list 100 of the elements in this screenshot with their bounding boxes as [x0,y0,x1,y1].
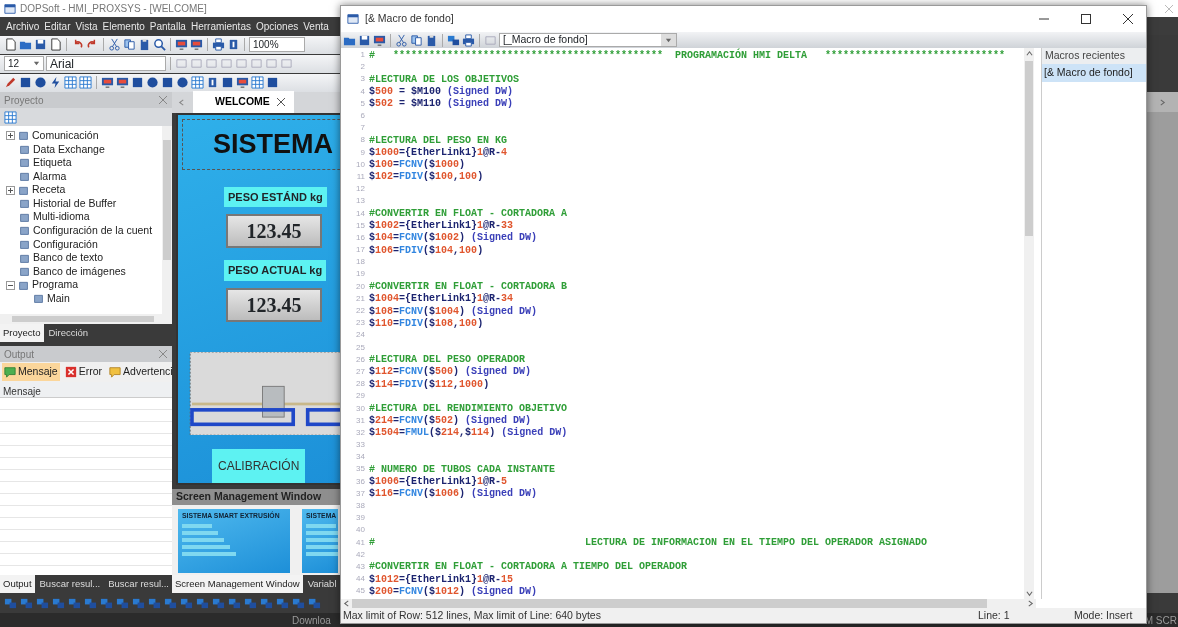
tree-item[interactable]: Banco de imágenes [33,263,126,280]
code-line: $500 = $M100 (Signed DW) [368,85,514,98]
filter-button[interactable]: Error [62,363,105,381]
line-number: 9 [359,146,366,159]
line-number: 25 [355,341,366,354]
menu-item[interactable]: Editar [44,18,71,34]
tab[interactable]: Variabl [304,574,340,593]
clipboard-icon[interactable] [425,33,438,47]
line-number: 11 [355,170,366,183]
square-icon[interactable] [221,76,234,89]
tree-item[interactable]: Alarma [33,168,67,185]
tree-item[interactable]: Configuración de la cuent [33,223,153,239]
list-item[interactable]: [& Macro de fondo] [1042,64,1146,82]
code-line: # LECTURA DE INFORMACION EN EL TIEMPO DEL OPERADOR ASIGNADO [368,536,928,551]
document-icon[interactable] [4,38,17,51]
code-line: $114=FDIV($112,1000) [368,377,490,392]
menu-item[interactable]: Venta [303,18,329,34]
code-line: $1504=FMUL($214,$114) (Signed DW) [368,426,568,441]
monitor-icon[interactable] [101,76,114,89]
square-icon[interactable] [131,76,144,89]
tree-item[interactable]: Programa [32,277,79,294]
plus-box-icon[interactable] [6,131,15,141]
search-icon[interactable] [153,38,166,51]
menu-item[interactable]: Vista [75,18,98,34]
scroll-down-icon[interactable] [1025,590,1033,597]
menu-item[interactable]: Elemento [102,18,145,34]
close-icon[interactable] [275,97,286,108]
line-number: 2 [359,61,366,74]
field-label: PESO ACTUAL kg [224,260,327,281]
square-icon[interactable] [161,76,174,89]
scrollbar[interactable] [162,126,172,314]
grid-icon[interactable] [79,76,92,89]
tab[interactable]: Buscar resul... [105,574,172,593]
circle-icon[interactable] [146,76,159,89]
chip-icon[interactable] [206,76,219,89]
scroll-left-icon[interactable] [343,600,350,607]
calibration-button[interactable]: CALIBRACIÓN [212,449,306,483]
tab[interactable]: WELCOME [193,91,294,113]
tree-item[interactable]: Multi-idioma [33,209,90,226]
code-line: $214=FCNV($502) (Signed DW) [368,414,532,427]
monitor-icon[interactable] [175,38,188,51]
scroll-up-icon[interactable] [1025,50,1033,57]
align-icon[interactable] [447,33,460,47]
copy-icon[interactable] [123,38,136,51]
code-line: $106=FDIV($104,100) [368,243,484,258]
monitor-icon[interactable] [236,76,249,89]
circle-icon[interactable] [34,76,47,89]
font-name-field[interactable]: Arial [46,56,166,71]
plus-box-icon[interactable] [6,185,15,195]
grid-icon[interactable] [64,76,77,89]
scrollbar[interactable] [0,314,172,324]
printer-icon[interactable] [462,33,475,47]
printer-icon[interactable] [212,38,225,51]
monitor-icon[interactable] [190,38,203,51]
caret-icon[interactable] [33,60,40,67]
font-size-field[interactable]: 12 [4,56,44,71]
close-icon[interactable] [1123,14,1133,24]
grid-icon[interactable] [4,110,17,124]
monitor-icon[interactable] [116,76,129,89]
panel-title: Output [4,347,35,362]
scissors-icon[interactable] [108,38,121,51]
chip-icon[interactable] [227,38,240,51]
pencil-icon[interactable] [4,76,17,89]
grid-icon[interactable] [251,76,264,89]
filter-button[interactable]: Mensaje [2,363,60,381]
caret-icon[interactable] [665,36,672,44]
filter-button[interactable]: Advertenci [107,363,175,381]
scroll-right-icon[interactable] [1027,600,1034,607]
menu-item[interactable]: Pantalla [149,18,186,34]
square-icon[interactable] [19,76,32,89]
clipboard-icon[interactable] [138,38,151,51]
copy-icon[interactable] [410,33,423,47]
square-icon[interactable] [266,76,279,89]
expand-icon[interactable] [1159,98,1166,106]
monitor-icon[interactable] [373,33,386,47]
scroll-left-icon[interactable] [178,99,185,106]
tree-item[interactable]: Data Exchange [33,141,105,158]
scrollbar[interactable] [1024,48,1034,599]
tree-item[interactable]: Etiqueta [33,155,72,171]
square-icon [18,130,29,142]
scissors-icon[interactable] [395,33,408,47]
document-icon[interactable] [49,38,62,51]
menu-item[interactable]: Herramientas [190,18,251,34]
zoom-field[interactable]: 100% [249,37,305,52]
scrollbar[interactable] [341,599,1036,608]
tree-item[interactable]: Comunicación [32,127,99,144]
tree-item[interactable]: Banco de texto [33,250,104,266]
tab[interactable]: Dirección [45,323,92,342]
grid-icon[interactable] [191,76,204,89]
circle-icon[interactable] [176,76,189,89]
macro-dropdown[interactable]: [_Macro de fondo] [499,33,677,47]
field-label: PESO ESTÁND kg [224,186,327,208]
menu-item[interactable]: Opciones [255,18,299,34]
tree-item[interactable]: Main [47,291,70,307]
minus-box-icon[interactable] [6,280,15,290]
maximize-icon[interactable] [1081,14,1091,24]
menu-item[interactable]: Archivo [6,18,40,34]
lightning-icon[interactable] [49,76,62,89]
tab[interactable]: Buscar resul... [36,574,104,593]
tree-item[interactable]: Configuración [33,236,98,253]
